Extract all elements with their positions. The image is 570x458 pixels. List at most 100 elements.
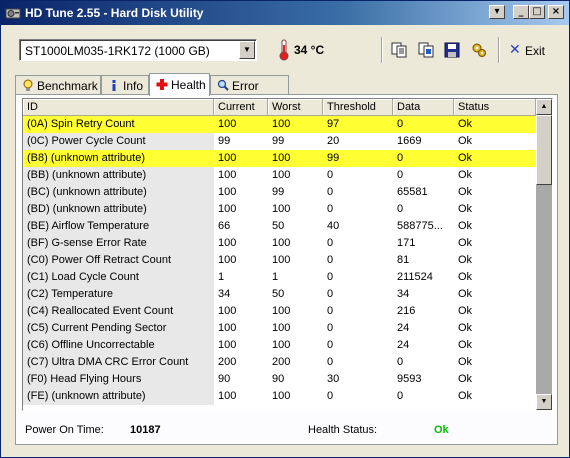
cell-current: 200 bbox=[218, 356, 237, 368]
lightbulb-icon bbox=[23, 79, 33, 91]
thermometer-icon bbox=[279, 39, 289, 61]
cell-threshold: 0 bbox=[327, 186, 334, 198]
cell-data: 0 bbox=[397, 356, 404, 368]
save-icon[interactable] bbox=[443, 41, 461, 59]
column-header-worst[interactable]: Worst bbox=[268, 99, 323, 116]
cell-status: Ok bbox=[458, 288, 473, 300]
cell-worst: 99 bbox=[272, 135, 285, 147]
cell-current: 66 bbox=[218, 220, 231, 232]
cell-current: 100 bbox=[218, 390, 237, 402]
cell-data: 24 bbox=[397, 322, 410, 334]
cell-data: 9593 bbox=[397, 373, 422, 385]
vertical-scrollbar[interactable]: ▲ ▼ bbox=[536, 99, 552, 410]
table-row[interactable]: (F0) Head Flying Hours 90 90 30 9593 Ok bbox=[23, 371, 536, 388]
tab-info[interactable]: Info bbox=[101, 75, 149, 95]
tab-health[interactable]: Health bbox=[149, 73, 210, 96]
cell-worst: 99 bbox=[272, 186, 285, 198]
cell-current: 100 bbox=[218, 322, 237, 334]
tab-benchmark[interactable]: Benchmark bbox=[15, 75, 101, 95]
health-cross-icon bbox=[156, 79, 168, 90]
column-header-current[interactable]: Current bbox=[214, 99, 268, 116]
copy-text-icon[interactable] bbox=[390, 41, 408, 59]
health-status-label: Health Status: bbox=[308, 424, 378, 436]
column-header-status[interactable]: Status bbox=[454, 99, 536, 116]
tab-label: Health bbox=[171, 78, 206, 92]
cell-data: 216 bbox=[397, 305, 416, 317]
smart-attributes-table[interactable]: ID Current Worst Threshold Data Status (… bbox=[22, 98, 553, 411]
toolbar-separator bbox=[498, 37, 500, 63]
close-button[interactable]: × bbox=[548, 5, 564, 19]
tab-label: Benchmark bbox=[37, 79, 98, 93]
table-row[interactable]: (FE) (unknown attribute) 100 100 0 0 Ok bbox=[23, 388, 536, 405]
cell-id: (BB) (unknown attribute) bbox=[23, 167, 214, 184]
cell-data: 24 bbox=[397, 339, 410, 351]
cell-threshold: 0 bbox=[327, 322, 334, 334]
cell-id: (0A) Spin Retry Count bbox=[23, 116, 214, 133]
cell-status: Ok bbox=[458, 356, 473, 368]
cell-worst: 100 bbox=[272, 339, 291, 351]
table-row[interactable]: (0A) Spin Retry Count 100 100 97 0 Ok bbox=[23, 116, 536, 133]
scroll-thumb[interactable] bbox=[536, 115, 552, 185]
table-row[interactable]: (BF) G-sense Error Rate 100 100 0 171 Ok bbox=[23, 235, 536, 252]
scroll-down-button[interactable]: ▼ bbox=[536, 394, 552, 410]
minimize-button[interactable]: _ bbox=[513, 5, 529, 19]
cell-threshold: 99 bbox=[323, 150, 393, 167]
cell-worst: 100 bbox=[272, 390, 291, 402]
cell-worst: 100 bbox=[272, 254, 291, 266]
cell-status: Ok bbox=[458, 305, 473, 317]
cell-current: 34 bbox=[218, 288, 231, 300]
cell-worst: 200 bbox=[272, 356, 291, 368]
table-row[interactable]: (C0) Power Off Retract Count 100 100 0 81 Ok bbox=[23, 252, 536, 269]
column-header-threshold[interactable]: Threshold bbox=[323, 99, 393, 116]
health-status-value: Ok bbox=[434, 424, 449, 436]
cell-threshold: 0 bbox=[327, 390, 334, 402]
cell-data: 65581 bbox=[397, 186, 428, 198]
cell-status: Ok bbox=[458, 373, 473, 385]
table-row[interactable]: (C5) Current Pending Sector 100 100 0 24 Ok bbox=[23, 320, 536, 337]
exit-icon[interactable]: ✕ bbox=[509, 42, 521, 58]
column-header-data[interactable]: Data bbox=[393, 99, 454, 116]
scroll-up-button[interactable]: ▲ bbox=[536, 99, 552, 115]
cell-id: (BD) (unknown attribute) bbox=[23, 201, 214, 218]
scroll-track[interactable] bbox=[536, 185, 552, 394]
options-icon[interactable] bbox=[470, 41, 488, 59]
cell-data: 0 bbox=[397, 390, 404, 402]
cell-current: 100 bbox=[218, 237, 237, 249]
cell-data: 171 bbox=[397, 237, 416, 249]
column-header-id[interactable]: ID bbox=[23, 99, 214, 116]
table-row[interactable]: (C1) Load Cycle Count 1 1 0 211524 Ok bbox=[23, 269, 536, 286]
cell-status: Ok bbox=[454, 150, 536, 167]
table-row[interactable]: (B8) (unknown attribute) 100 100 99 0 Ok bbox=[23, 150, 536, 167]
cell-current: 100 bbox=[218, 186, 237, 198]
cell-current: 90 bbox=[218, 373, 231, 385]
cell-status: Ok bbox=[458, 339, 473, 351]
cell-worst: 100 bbox=[272, 169, 291, 181]
table-header: ID Current Worst Threshold Data Status bbox=[23, 99, 536, 116]
table-row[interactable]: (BE) Airflow Temperature 66 50 40 588775... O… bbox=[23, 218, 536, 235]
cell-worst: 100 bbox=[272, 203, 291, 215]
table-row[interactable]: (C2) Temperature 34 50 0 34 Ok bbox=[23, 286, 536, 303]
copy-screenshot-icon[interactable] bbox=[417, 41, 435, 59]
chevron-down-icon[interactable]: ▼ bbox=[239, 41, 255, 59]
table-row[interactable]: (0C) Power Cycle Count 99 99 20 1669 Ok bbox=[23, 133, 536, 150]
table-row[interactable]: (BC) (unknown attribute) 100 99 0 65581 Ok bbox=[23, 184, 536, 201]
cell-worst: 100 bbox=[268, 150, 323, 167]
cell-data: 0 bbox=[397, 169, 404, 181]
table-row[interactable]: (BB) (unknown attribute) 100 100 0 0 Ok bbox=[23, 167, 536, 184]
cell-id: (B8) (unknown attribute) bbox=[23, 150, 214, 167]
tab-error-scan[interactable]: Error Scan bbox=[210, 75, 289, 107]
cell-status: Ok bbox=[458, 322, 473, 334]
table-row[interactable]: (C7) Ultra DMA CRC Error Count 200 200 0 0 Ok bbox=[23, 354, 536, 371]
table-row[interactable]: (C6) Offline Uncorrectable 100 100 0 24 Ok bbox=[23, 337, 536, 354]
drive-select[interactable]: ST1000LM035-1RK172 (1000 GB) ▼ bbox=[19, 39, 257, 61]
cell-threshold: 0 bbox=[327, 169, 334, 181]
cell-status: Ok bbox=[458, 203, 473, 215]
window-menu-button[interactable]: ▾ bbox=[489, 5, 505, 19]
cell-threshold: 40 bbox=[327, 220, 340, 232]
exit-button[interactable]: Exit bbox=[525, 44, 545, 58]
table-row[interactable]: (C4) Reallocated Event Count 100 100 0 216 Ok bbox=[23, 303, 536, 320]
maximize-button[interactable]: □ bbox=[529, 5, 545, 19]
title-bar[interactable]: HD Tune 2.55 - Hard Disk Utility ▾ _ □ × bbox=[1, 1, 569, 25]
info-icon bbox=[112, 80, 116, 91]
table-row[interactable]: (BD) (unknown attribute) 100 100 0 0 Ok bbox=[23, 201, 536, 218]
